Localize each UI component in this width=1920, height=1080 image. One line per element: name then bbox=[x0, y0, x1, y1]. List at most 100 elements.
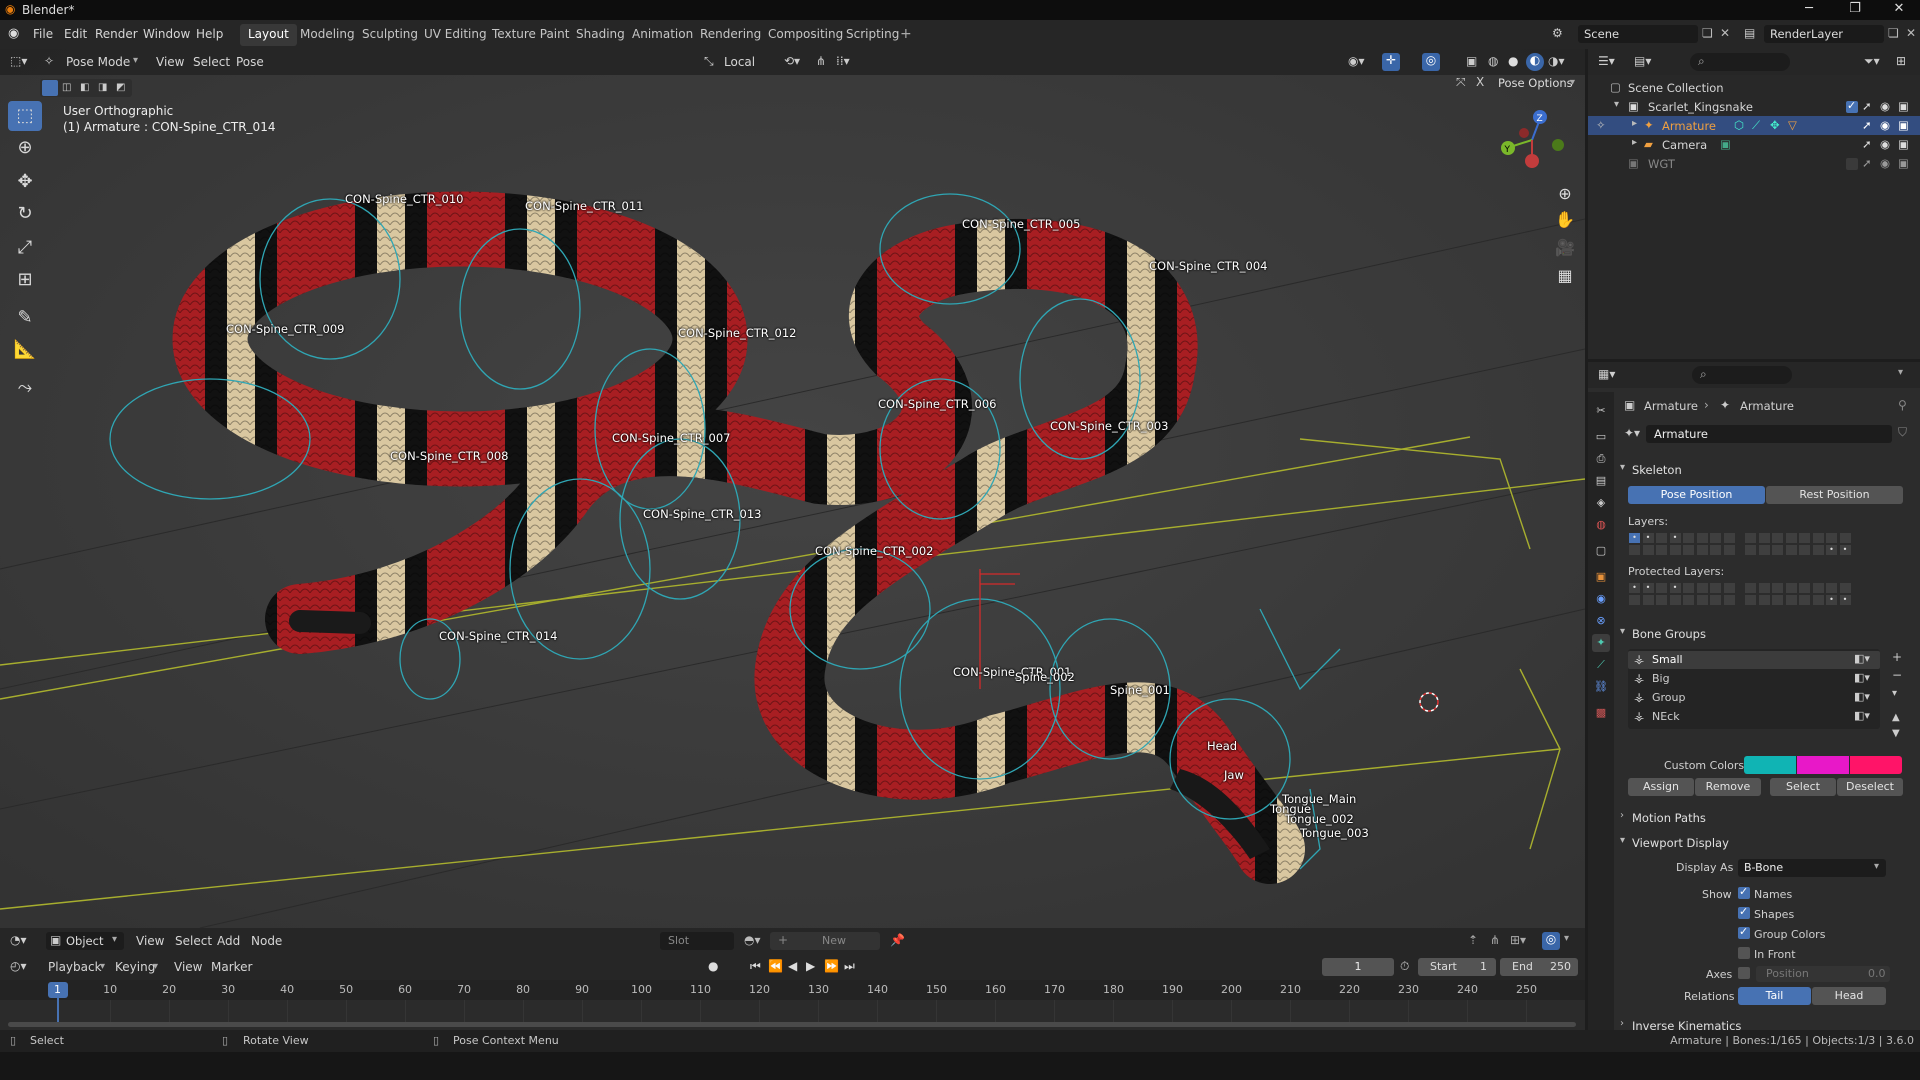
layer-toggle[interactable] bbox=[1744, 544, 1757, 556]
custom-color-active[interactable] bbox=[1850, 756, 1902, 774]
pose-options-dropdown[interactable]: Pose Options bbox=[1498, 76, 1573, 90]
layer-toggle[interactable] bbox=[1811, 532, 1825, 544]
ortho-grid-icon[interactable]: ▦ bbox=[1551, 263, 1579, 289]
layer-toggle[interactable] bbox=[1682, 532, 1695, 544]
armature-data-tab-icon[interactable]: ✦ bbox=[1592, 634, 1610, 652]
layer-toggle[interactable] bbox=[1771, 594, 1784, 606]
add-bone-group-icon[interactable]: + bbox=[1892, 650, 1902, 664]
select-invert-icon[interactable]: ◨ bbox=[98, 82, 107, 93]
snap-settings-icon[interactable]: ⊞▾ bbox=[1510, 933, 1526, 947]
play-reverse-icon[interactable]: ◀ bbox=[788, 959, 797, 973]
stopwatch-icon[interactable]: ⏱ bbox=[1400, 959, 1409, 974]
layer-toggle[interactable] bbox=[1695, 532, 1709, 544]
rotate-tool[interactable]: ↻ bbox=[8, 199, 42, 229]
select-new-icon[interactable] bbox=[42, 80, 58, 96]
layer-toggle[interactable] bbox=[1695, 594, 1709, 606]
rest-position-button[interactable]: Rest Position bbox=[1766, 486, 1903, 504]
select-extend-icon[interactable]: ◫ bbox=[62, 82, 71, 93]
bone-label[interactable]: Head bbox=[1207, 739, 1237, 753]
bone-label[interactable]: CON-Spine_CTR_003 bbox=[1050, 419, 1169, 433]
select-arrow-icon[interactable]: ➚ bbox=[1862, 99, 1872, 113]
bone-tab-icon[interactable]: ⟋ bbox=[1592, 656, 1610, 674]
jump-key-back-icon[interactable]: ⏪ bbox=[768, 959, 783, 973]
menu-window[interactable]: Window bbox=[143, 27, 190, 41]
wireframe-shading-icon[interactable]: ◍ bbox=[1488, 54, 1498, 68]
tab-rendering[interactable]: Rendering bbox=[692, 24, 769, 46]
snap-grid-icon[interactable]: ⁞⁞▾ bbox=[836, 54, 850, 68]
tool-tab-icon[interactable]: ✂ bbox=[1592, 402, 1610, 420]
move-tool[interactable]: ✥ bbox=[8, 167, 42, 197]
menu-file[interactable]: File bbox=[33, 27, 53, 41]
xray-icon[interactable]: ▣ bbox=[1466, 54, 1477, 68]
object-constraint-tab-icon[interactable]: ⊗ bbox=[1592, 612, 1610, 630]
fake-user-shield-icon[interactable]: ⛉ bbox=[1898, 425, 1907, 440]
output-tab-icon[interactable]: ⎙ bbox=[1592, 450, 1610, 468]
select-button[interactable]: Select bbox=[1770, 778, 1836, 796]
axes-checkbox[interactable] bbox=[1738, 967, 1750, 979]
layer-toggle[interactable] bbox=[1709, 582, 1722, 594]
gizmo-toggle-icon[interactable]: ✛ bbox=[1382, 53, 1400, 71]
bone-label[interactable]: CON-Spine_CTR_012 bbox=[678, 326, 797, 340]
exclude-checkbox[interactable] bbox=[1846, 99, 1858, 113]
new-material-button[interactable]: + New bbox=[770, 932, 880, 950]
bone-label[interactable]: CON-Spine_CTR_008 bbox=[390, 449, 509, 463]
editor-type-icon[interactable]: ☰▾ bbox=[1598, 54, 1615, 68]
outliner-search-input[interactable]: ⌕ bbox=[1690, 53, 1790, 71]
node-menu-add[interactable]: Add bbox=[217, 934, 240, 948]
tab-animation[interactable]: Animation bbox=[624, 24, 701, 46]
editor-type-icon[interactable]: ⬚▾ bbox=[10, 54, 27, 68]
outliner-row-wgt[interactable]: ▣ WGT ➚ ◉ ▣ bbox=[1588, 154, 1920, 173]
texture-tab-icon[interactable]: ▩ bbox=[1592, 704, 1610, 722]
layer-toggle[interactable]: • bbox=[1668, 582, 1682, 594]
bone-groups-panel-header[interactable]: ▾ Bone Groups bbox=[1618, 624, 1918, 644]
expand-icon[interactable]: ▾ bbox=[1614, 99, 1619, 110]
navigation-gizmo[interactable]: Z Y bbox=[1492, 105, 1572, 175]
play-icon[interactable]: ▶ bbox=[806, 959, 815, 973]
timeline-menu-playback[interactable]: Playback bbox=[48, 960, 102, 974]
tab-texture-paint[interactable]: Texture Paint bbox=[484, 24, 577, 46]
new-scene-icon[interactable]: ❏ bbox=[1702, 26, 1713, 40]
custom-color-select[interactable] bbox=[1797, 756, 1849, 774]
layer-toggle[interactable]: • bbox=[1628, 532, 1641, 544]
playhead[interactable]: 1 bbox=[48, 982, 68, 998]
pose-position-button[interactable]: Pose Position bbox=[1628, 486, 1765, 504]
chevron-down-icon[interactable]: ▾ bbox=[1570, 77, 1575, 88]
menu-render[interactable]: Render bbox=[95, 27, 138, 41]
skeleton-panel-header[interactable]: ▾ Skeleton bbox=[1618, 460, 1918, 480]
chevron-down-icon[interactable]: ▾ bbox=[153, 961, 158, 972]
parent-node-icon[interactable]: ⇡ bbox=[1468, 933, 1478, 947]
object-type-dropdown[interactable]: ▣ Object ▾ bbox=[46, 932, 124, 950]
layer-toggle[interactable] bbox=[1722, 594, 1736, 606]
pin-icon[interactable]: ⚲ bbox=[1898, 398, 1907, 412]
bone-label[interactable]: Spine_002 bbox=[1015, 670, 1075, 684]
jump-end-icon[interactable]: ⏭ bbox=[844, 959, 855, 974]
layer-toggle[interactable] bbox=[1744, 532, 1757, 544]
outliner-row-scene-collection[interactable]: ▢ Scene Collection bbox=[1588, 78, 1920, 97]
bone-label[interactable]: CON-Spine_CTR_013 bbox=[643, 507, 762, 521]
names-checkbox[interactable] bbox=[1738, 885, 1750, 899]
world-tab-icon[interactable]: ◍ bbox=[1592, 516, 1610, 534]
chevron-down-icon[interactable]: ▾ bbox=[1898, 367, 1903, 378]
layer-toggle[interactable]: • bbox=[1838, 594, 1852, 606]
snap-icon[interactable]: ⋔ bbox=[1490, 933, 1500, 947]
viewport-menu-pose[interactable]: Pose bbox=[236, 55, 264, 69]
current-frame-field[interactable]: 1 bbox=[1322, 958, 1394, 976]
menu-edit[interactable]: Edit bbox=[64, 27, 87, 41]
mode-dropdown[interactable]: Pose Mode bbox=[66, 55, 130, 69]
color-set-icon[interactable]: ◧▾ bbox=[1854, 671, 1870, 684]
layer-toggle[interactable] bbox=[1771, 532, 1784, 544]
timeline-menu-keying[interactable]: Keying bbox=[115, 960, 155, 974]
layer-toggle[interactable] bbox=[1757, 582, 1771, 594]
layer-toggle[interactable] bbox=[1709, 594, 1722, 606]
camera-render-icon[interactable]: ▣ bbox=[1898, 99, 1909, 113]
jump-key-forward-icon[interactable]: ⏩ bbox=[824, 959, 839, 973]
bone-label[interactable]: CON-Spine_CTR_005 bbox=[962, 217, 1081, 231]
layer-toggle[interactable] bbox=[1825, 582, 1838, 594]
layer-toggle[interactable] bbox=[1757, 544, 1771, 556]
layer-toggle[interactable] bbox=[1641, 544, 1655, 556]
armature-data-browse-icon[interactable]: ✦▾ bbox=[1624, 426, 1640, 440]
end-frame-field[interactable]: End 250 bbox=[1500, 958, 1578, 976]
outliner-row-armature[interactable]: ✧ ▸ ✦ Armature ⬡ ⟋ ✥ ▽ ➚ ◉ ▣ bbox=[1588, 116, 1920, 135]
layer-toggle[interactable] bbox=[1825, 532, 1838, 544]
physics-tab-icon[interactable]: ◉ bbox=[1592, 590, 1610, 608]
